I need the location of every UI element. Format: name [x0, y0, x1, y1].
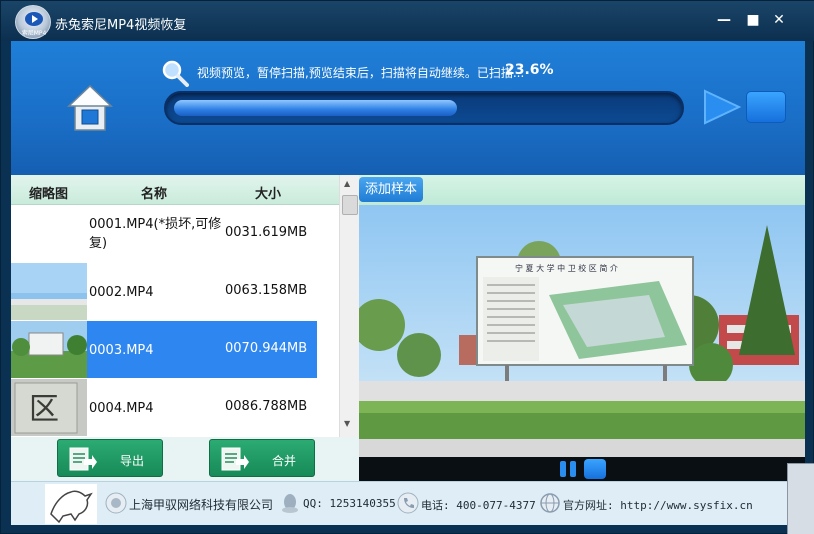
player-controls — [359, 457, 805, 481]
preview-frame-image: 宁 夏 大 学 中 卫 校 区 简 介 — [359, 205, 805, 457]
file-size: 0086.788MB — [225, 399, 308, 414]
export-label: 导出 — [120, 454, 145, 468]
file-size: 0031.619MB — [225, 225, 308, 240]
scroll-up-arrow-icon[interactable]: ▲ — [344, 179, 350, 188]
file-list-header: 缩略图 名称 大小 — [11, 175, 339, 205]
background-window-edge — [787, 463, 814, 534]
maximize-button[interactable]: ■ — [745, 12, 761, 28]
website-link[interactable]: 官方网址: http://www.sysfix.cn — [563, 497, 753, 513]
file-row-selected[interactable]: 0003.MP4 0070.944MB — [11, 321, 339, 378]
scroll-down-arrow-icon[interactable]: ▼ — [344, 419, 350, 428]
play-icon — [25, 12, 43, 26]
billboard-title: 宁 夏 大 学 中 卫 校 区 简 介 — [515, 263, 618, 273]
file-row[interactable]: 0001.MP4(*损坏,可修复) 0031.619MB — [11, 205, 339, 262]
row-thumbnail: 区 — [11, 379, 87, 436]
column-header-size[interactable]: 大小 — [255, 183, 281, 202]
minimize-button[interactable]: — — [716, 12, 732, 28]
export-button[interactable]: 导出 — [57, 439, 163, 477]
phone-icon — [397, 492, 419, 514]
pause-icon — [560, 461, 576, 477]
merge-button[interactable]: 合并 — [209, 439, 315, 477]
pause-button[interactable] — [557, 459, 579, 479]
row-thumbnail — [11, 321, 87, 378]
home-button[interactable] — [67, 84, 113, 132]
company-name: 上海甲驭网络科技有限公司 — [129, 498, 274, 512]
company-logo — [45, 484, 97, 524]
file-row[interactable]: 0002.MP4 0063.158MB — [11, 263, 339, 320]
file-name: 0003.MP4 — [89, 343, 154, 358]
app-logo: 索尼MP4 — [15, 5, 51, 39]
file-list-scrollbar[interactable]: ▲ ▼ — [339, 175, 359, 437]
row-thumbnail — [11, 263, 87, 320]
stop-button[interactable] — [746, 91, 786, 123]
app-window: 索尼MP4 赤兔索尼MP4视频恢复 — ■ ✕ 视频预览，暂停扫描,预览结束后，… — [0, 0, 814, 534]
home-icon — [67, 84, 113, 131]
column-header-name[interactable]: 名称 — [141, 183, 167, 202]
preview-stop-button[interactable] — [584, 459, 606, 479]
qq-contact: QQ: 1253140355 — [303, 497, 396, 510]
preview-pane: 添加样本 宁 夏 大 学 中 卫 校 区 简 介 — [359, 175, 805, 481]
play-icon — [704, 89, 742, 125]
preview-toolbar: 添加样本 — [359, 175, 805, 205]
file-size: 0070.944MB — [225, 341, 308, 356]
file-name: 0001.MP4(*损坏,可修复) — [89, 217, 222, 251]
scan-progress-fill — [174, 100, 457, 116]
globe-icon — [540, 493, 560, 513]
export-icon — [69, 447, 97, 471]
file-row[interactable]: 区 0004.MP4 0086.788MB — [11, 379, 339, 436]
file-list: 0001.MP4(*损坏,可修复) 0031.619MB 0002.MP4 00… — [11, 205, 339, 437]
scan-panel: 视频预览，暂停扫描,预览结束后，扫描将自动继续。已扫描... 23.6% — [11, 41, 805, 175]
company-icon — [105, 492, 127, 514]
window-title: 赤兔索尼MP4视频恢复 — [55, 18, 187, 33]
merge-icon — [221, 447, 249, 471]
svg-text:区: 区 — [29, 392, 59, 427]
file-list-pane: 缩略图 名称 大小 0001.MP4(*损坏,可修复) 0031.619MB 0… — [11, 175, 359, 481]
search-icon — [162, 60, 189, 87]
phone-contact: 电话: 400-077-4377 — [421, 499, 536, 512]
app-logo-text: 索尼MP4 — [21, 30, 47, 37]
play-button[interactable] — [701, 87, 743, 127]
file-size: 0063.158MB — [225, 283, 308, 298]
file-name: 0004.MP4 — [89, 401, 154, 416]
footer: 上海甲驭网络科技有限公司 QQ: 1253140355 电话: 400-077-… — [11, 481, 805, 525]
status-message: 视频预览，暂停扫描,预览结束后，扫描将自动继续。已扫描... — [197, 66, 525, 80]
scan-progress-bar — [164, 91, 684, 125]
merge-label: 合并 — [272, 454, 297, 468]
close-button[interactable]: ✕ — [771, 12, 787, 28]
status-percent: 23.6% — [505, 62, 554, 78]
add-sample-button[interactable]: 添加样本 — [359, 177, 423, 202]
scroll-thumb[interactable] — [342, 195, 358, 215]
row-thumbnail — [11, 205, 87, 262]
qq-icon — [282, 494, 298, 513]
column-header-thumbnail[interactable]: 缩略图 — [29, 183, 68, 202]
title-bar: 索尼MP4 赤兔索尼MP4视频恢复 — ■ ✕ — [1, 1, 814, 41]
video-preview: 宁 夏 大 学 中 卫 校 区 简 介 — [359, 205, 805, 457]
file-name: 0002.MP4 — [89, 285, 154, 300]
